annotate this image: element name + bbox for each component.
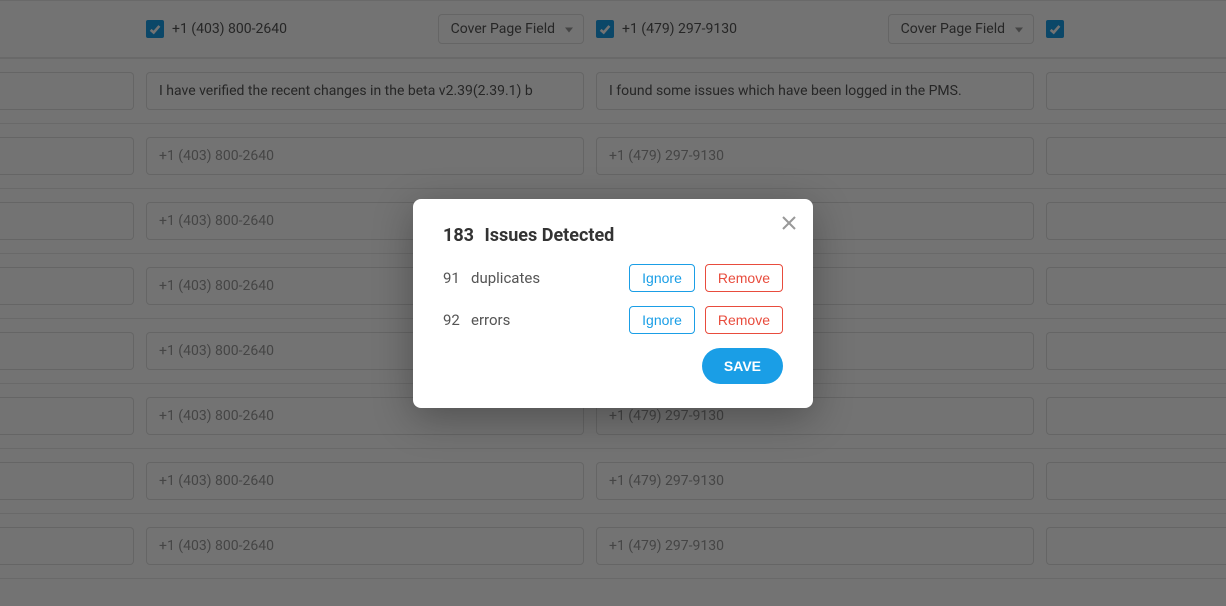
- ignore-duplicates-button[interactable]: Ignore: [629, 264, 695, 292]
- modal-overlay: 183 Issues Detected 91 duplicates Ignore…: [0, 0, 1226, 606]
- modal-title: 183 Issues Detected: [443, 225, 783, 246]
- ignore-errors-button[interactable]: Ignore: [629, 306, 695, 334]
- save-button[interactable]: SAVE: [702, 348, 783, 384]
- close-icon[interactable]: [779, 213, 799, 233]
- remove-errors-button[interactable]: Remove: [705, 306, 783, 334]
- issues-modal: 183 Issues Detected 91 duplicates Ignore…: [413, 199, 813, 408]
- remove-duplicates-button[interactable]: Remove: [705, 264, 783, 292]
- issue-row-errors: 92 errors Ignore Remove: [443, 306, 783, 334]
- issue-row-duplicates: 91 duplicates Ignore Remove: [443, 264, 783, 292]
